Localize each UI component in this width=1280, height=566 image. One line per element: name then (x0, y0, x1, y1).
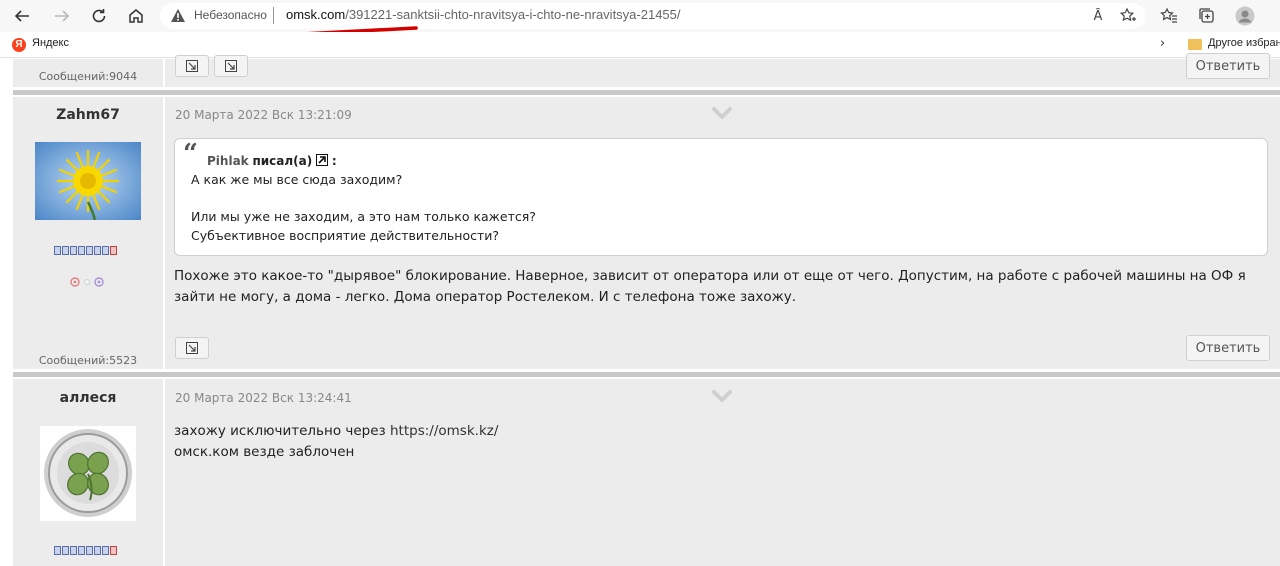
profile-button[interactable] (1234, 5, 1256, 27)
back-button[interactable] (10, 4, 34, 28)
quote-block: “ Pihlak писал(а) : А как же мы все сюда… (174, 138, 1268, 256)
home-button[interactable] (124, 4, 148, 28)
message-count: Сообщений:9044 (38, 70, 138, 83)
quote-author[interactable]: Pihlak (207, 154, 249, 168)
collapse-chevron-icon[interactable] (712, 106, 732, 120)
read-aloud-button[interactable]: Ȃ (1087, 5, 1109, 27)
post-body-prev (165, 59, 1280, 87)
star-plus-icon (1119, 7, 1136, 22)
warning-triangle-icon[interactable] (170, 8, 186, 23)
message-count: Сообщений:5523 (38, 354, 138, 367)
quote-header: Pihlak писал(а) : (207, 154, 337, 168)
user-rank-indicator (54, 246, 117, 255)
profile-avatar-icon (1235, 6, 1255, 26)
read-aloud-icon: Ȃ (1093, 8, 1103, 24)
post-sidebar-zahm67 (13, 97, 163, 369)
bookmarks-overflow-chevron-icon[interactable]: › (1160, 36, 1165, 51)
quote-arrow-icon (186, 60, 198, 72)
quote-mark-icon: “ (183, 139, 198, 169)
dot-award-icon (84, 279, 90, 285)
quote-line: Субъективное восприятие действительности… (191, 228, 500, 243)
post-date: 20 Марта 2022 Вск 13:24:41 (175, 391, 352, 405)
collections-icon (1199, 8, 1214, 23)
dandelion-avatar-image (35, 142, 141, 220)
favorites-icon (1160, 7, 1177, 23)
refresh-icon (92, 9, 106, 23)
user-awards[interactable] (70, 277, 104, 287)
quote-line: А как же мы все сюда заходим? (191, 172, 403, 187)
url-host: omsk.com (286, 7, 346, 22)
yandex-logo-icon[interactable]: Я (12, 38, 26, 52)
clover-coin-avatar-image (40, 426, 136, 521)
reply-button[interactable]: Ответить (1186, 53, 1270, 79)
post-username[interactable]: аллеся (13, 390, 163, 406)
folder-icon[interactable] (1188, 39, 1202, 50)
forum-page: Сообщений:9044 Ответить Zahm67 20 Марта … (0, 53, 1280, 566)
url-path: /391221-sanktsii-chto-nravitsya-i-chto-n… (345, 7, 681, 22)
forward-arrow-icon (55, 10, 70, 22)
go-to-post-icon[interactable] (316, 154, 329, 166)
user-avatar[interactable] (35, 142, 141, 220)
back-arrow-icon (14, 10, 29, 22)
post-text-line: омск.ком везде заблочен (174, 444, 355, 460)
quick-quote-selection-button[interactable] (214, 55, 248, 77)
user-avatar[interactable] (40, 426, 136, 521)
favorites-button[interactable] (1158, 5, 1180, 27)
reply-button[interactable]: Ответить (1186, 335, 1270, 361)
add-favorite-button[interactable] (1117, 5, 1139, 27)
post-text-line: захожу исключительно через (174, 423, 390, 439)
post-date: 20 Марта 2022 Вск 13:21:09 (175, 108, 352, 122)
forward-button[interactable] (50, 4, 74, 28)
quote-line: Или мы уже не заходим, а это нам только … (191, 209, 536, 224)
quick-quote-button[interactable] (175, 55, 209, 77)
bookmark-other-favorites[interactable]: Другое избранное (1208, 37, 1280, 49)
post-text: Похоже это какое-то "дырявое" блокирован… (174, 268, 1246, 305)
insecure-label[interactable]: Небезопасно (194, 8, 267, 22)
bookmark-yandex[interactable]: Яндекс (32, 37, 69, 49)
post-separator (13, 372, 1280, 377)
post-text: захожу исключительно через https://omsk.… (174, 421, 1264, 463)
user-rank-indicator (54, 546, 117, 555)
address-separator (273, 7, 274, 24)
quote-arrow-icon (186, 342, 198, 354)
quote-arrow-icon (225, 60, 237, 72)
flower-award-icon (70, 277, 80, 287)
collapse-chevron-icon[interactable] (712, 389, 732, 403)
quote-wrote-label: писал(а) (252, 154, 313, 168)
browser-toolbar: Небезопасно omsk.com/391221-sanktsii-cht… (0, 0, 1280, 41)
quote-colon: : (331, 154, 337, 168)
collections-button[interactable] (1196, 5, 1218, 27)
post-body-allesya (165, 379, 1280, 566)
quick-quote-button[interactable] (175, 337, 209, 359)
post-username[interactable]: Zahm67 (13, 107, 163, 123)
post-separator (13, 90, 1280, 95)
flower-award-icon (94, 277, 104, 287)
url-text[interactable]: omsk.com/391221-sanktsii-chto-nravitsya-… (286, 7, 681, 22)
home-icon (129, 9, 143, 23)
refresh-button[interactable] (87, 4, 111, 28)
external-link[interactable]: https://omsk.kz/ (390, 423, 498, 439)
